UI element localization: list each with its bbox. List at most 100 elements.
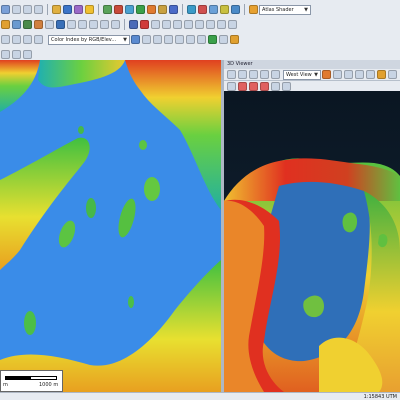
view-combo[interactable]: West View ▼ [283, 69, 321, 80]
aspect-icon[interactable] [219, 35, 228, 44]
walk-icon[interactable] [249, 70, 258, 79]
select-tool-icon[interactable] [1, 5, 10, 14]
shaded-relief-map [0, 60, 221, 392]
color-shader-combo-label: Color Index by RGB/Elev... [51, 36, 117, 43]
edit-icon[interactable] [45, 20, 54, 29]
play-icon[interactable] [227, 81, 236, 91]
cut-icon[interactable] [67, 20, 76, 29]
legend-icon[interactable] [153, 35, 162, 44]
record-icon[interactable] [238, 81, 247, 91]
move-icon[interactable] [78, 20, 87, 29]
grid-icon[interactable] [169, 5, 178, 14]
status-text: 1:15843 UTM [363, 393, 397, 400]
toolbar-separator [244, 4, 245, 15]
viewer-toolbar: West View ▼ [224, 69, 400, 81]
merge-icon[interactable] [162, 20, 171, 29]
toolbar-separator [98, 4, 99, 15]
small-tool-icon[interactable] [23, 50, 32, 59]
transparency-icon[interactable] [197, 35, 206, 44]
arrows-icon[interactable] [366, 70, 375, 79]
orbit-icon[interactable] [227, 70, 236, 79]
viewer-title: 3D Viewer [224, 60, 400, 69]
display-icon[interactable] [12, 35, 21, 44]
label-icon[interactable] [228, 20, 237, 29]
crop-icon[interactable] [184, 20, 193, 29]
pencil-icon[interactable] [377, 70, 386, 79]
split-icon[interactable] [151, 20, 160, 29]
node-icon[interactable] [111, 20, 120, 29]
toolbar-row-3: Color Index by RGB/Elev... ▼ [0, 32, 240, 47]
brush-icon[interactable] [1, 20, 10, 29]
record-icon[interactable] [198, 5, 207, 14]
3d-terrain-view[interactable] [224, 91, 400, 392]
pan-tool-icon[interactable] [12, 5, 21, 14]
camera-icon[interactable] [231, 5, 240, 14]
point-tool-icon[interactable] [34, 20, 43, 29]
reset-view-icon[interactable] [271, 70, 280, 79]
globe-icon[interactable] [209, 5, 218, 14]
terrain-icon[interactable] [103, 5, 112, 14]
align-icon[interactable] [206, 20, 215, 29]
vegetation-icon[interactable] [136, 5, 145, 14]
lighting-icon[interactable] [164, 35, 173, 44]
flip-icon[interactable] [195, 20, 204, 29]
pencil-icon[interactable] [52, 5, 61, 14]
scale-icon[interactable] [100, 20, 109, 29]
elevation-icon[interactable] [114, 5, 123, 14]
toolbar-separator [182, 4, 183, 15]
snap-icon[interactable] [129, 20, 138, 29]
options-icon[interactable] [1, 35, 10, 44]
small-tool-icon[interactable] [12, 50, 21, 59]
map-view[interactable]: m 1000 m [0, 60, 221, 392]
contour-icon[interactable] [147, 5, 156, 14]
rotate-icon[interactable] [89, 20, 98, 29]
screenshot-icon[interactable] [282, 81, 291, 91]
camera-icon[interactable] [271, 81, 280, 91]
slope-icon[interactable] [208, 35, 217, 44]
3d-viewer-panel: 3D Viewer West View ▼ [224, 60, 400, 392]
wrench-icon[interactable] [355, 70, 364, 79]
toolbar-row-1: Atlas Shader ▼ [0, 2, 311, 17]
refresh-icon[interactable] [131, 35, 140, 44]
contrast-icon[interactable] [175, 35, 184, 44]
link-icon[interactable] [56, 20, 65, 29]
buffer-icon[interactable] [173, 20, 182, 29]
minus-icon[interactable] [344, 70, 353, 79]
blend-icon[interactable] [186, 35, 195, 44]
water-icon[interactable] [125, 5, 134, 14]
chevron-down-icon: ▼ [304, 6, 308, 13]
line-tool-icon[interactable] [12, 20, 21, 29]
toolbar-area: Atlas Shader ▼ Color Index by RGB/Elev..… [0, 0, 400, 61]
look-icon[interactable] [260, 70, 269, 79]
hillshade-icon[interactable] [230, 35, 239, 44]
area-tool-icon[interactable] [23, 20, 32, 29]
delete-icon[interactable] [140, 20, 149, 29]
crosshair-icon[interactable] [322, 70, 331, 79]
palette-icon[interactable] [23, 35, 32, 44]
layer-icon[interactable] [74, 5, 83, 14]
chevron-down-icon: ▼ [314, 71, 318, 78]
filter-icon[interactable] [142, 35, 151, 44]
attribute-icon[interactable] [217, 20, 226, 29]
sun-icon[interactable] [220, 5, 229, 14]
scale-bar-graphic [5, 376, 57, 380]
histogram-icon[interactable] [34, 35, 43, 44]
toolbar-row-2 [0, 17, 238, 32]
small-tool-icon[interactable] [1, 50, 10, 59]
status-bar: 1:15843 UTM [0, 392, 400, 400]
shader-combo[interactable]: Atlas Shader ▼ [259, 4, 311, 15]
color-shader-combo[interactable]: Color Index by RGB/Elev... ▼ [48, 34, 130, 45]
folder-icon[interactable] [85, 5, 94, 14]
fly-icon[interactable] [238, 70, 247, 79]
plus-icon[interactable] [333, 70, 342, 79]
settings-icon[interactable] [388, 70, 397, 79]
measure-tool-icon[interactable] [34, 5, 43, 14]
pause-icon[interactable] [260, 81, 269, 91]
stop-icon[interactable] [249, 81, 258, 91]
info-icon[interactable] [63, 5, 72, 14]
3d-terrain-render [224, 91, 400, 392]
shader-icon[interactable] [249, 5, 258, 14]
profile-icon[interactable] [158, 5, 167, 14]
zoom-tool-icon[interactable] [23, 5, 32, 14]
3d-view-icon[interactable] [187, 5, 196, 14]
